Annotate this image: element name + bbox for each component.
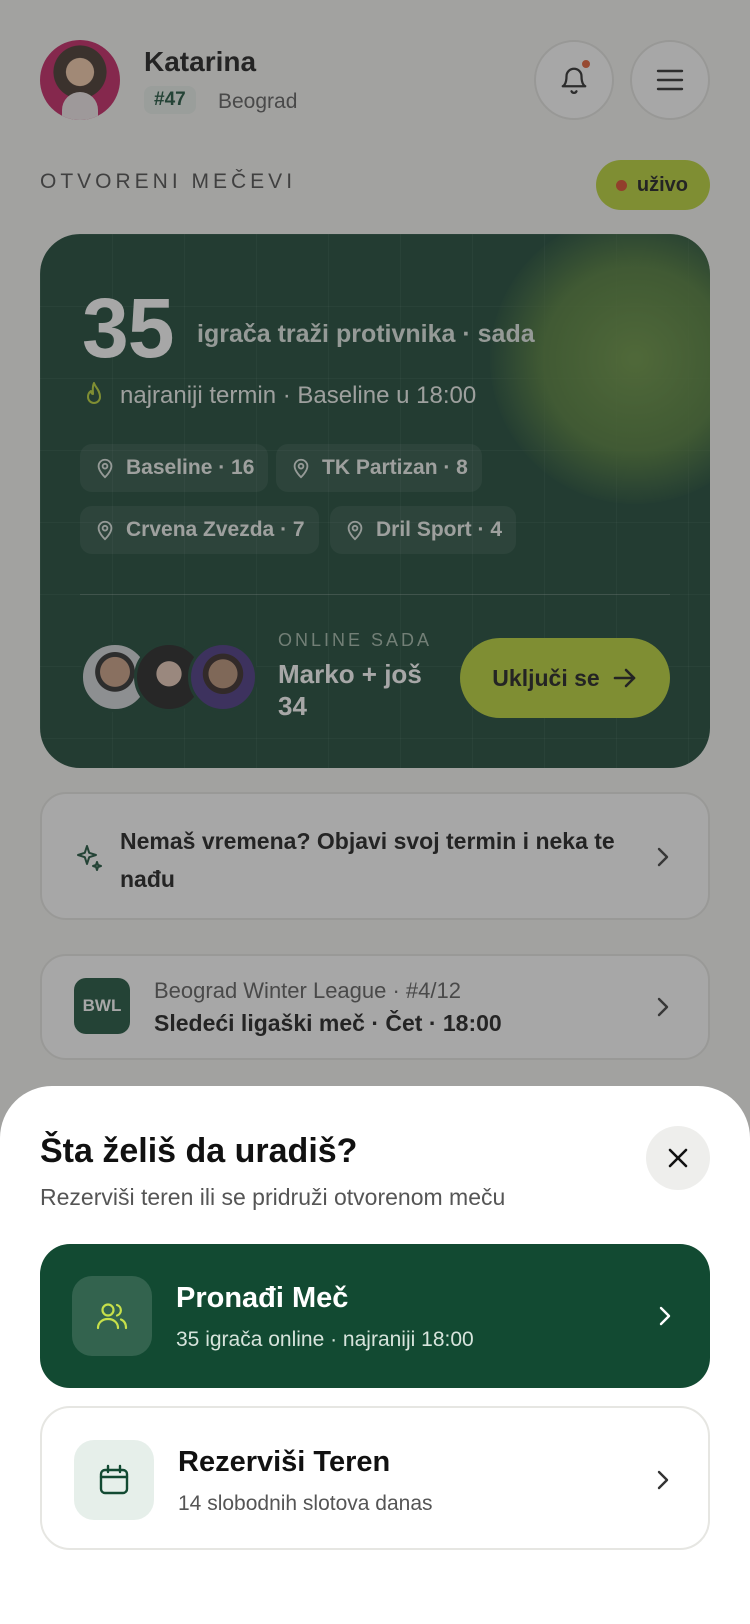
sheet-title: Šta želiš da uradiš? (40, 1132, 358, 1170)
calendar-icon-box (74, 1440, 154, 1520)
users-icon-box (72, 1276, 152, 1356)
action-title: Rezerviši Teren (178, 1446, 391, 1478)
action-description: 14 slobodnih slotova danas (178, 1492, 433, 1515)
close-icon (668, 1148, 688, 1168)
users-icon (96, 1303, 128, 1330)
action-title: Pronađi Meč (176, 1282, 349, 1314)
action-description: 35 igrača online · najraniji 18:00 (176, 1328, 474, 1351)
sheet-subtitle: Rezerviši teren ili se pridruži otvoreno… (40, 1184, 506, 1210)
close-button[interactable] (646, 1126, 710, 1190)
action-sheet: Šta želiš da uradiš? Rezerviši teren ili… (0, 1086, 750, 1624)
book-court-button[interactable]: Rezerviši Teren 14 slobodnih slotova dan… (40, 1406, 710, 1550)
chevron-right-icon (659, 1306, 671, 1326)
find-match-button[interactable]: Pronađi Meč 35 igrača online · najraniji… (40, 1244, 710, 1388)
calendar-icon (99, 1464, 129, 1495)
chevron-right-icon (657, 1470, 669, 1490)
